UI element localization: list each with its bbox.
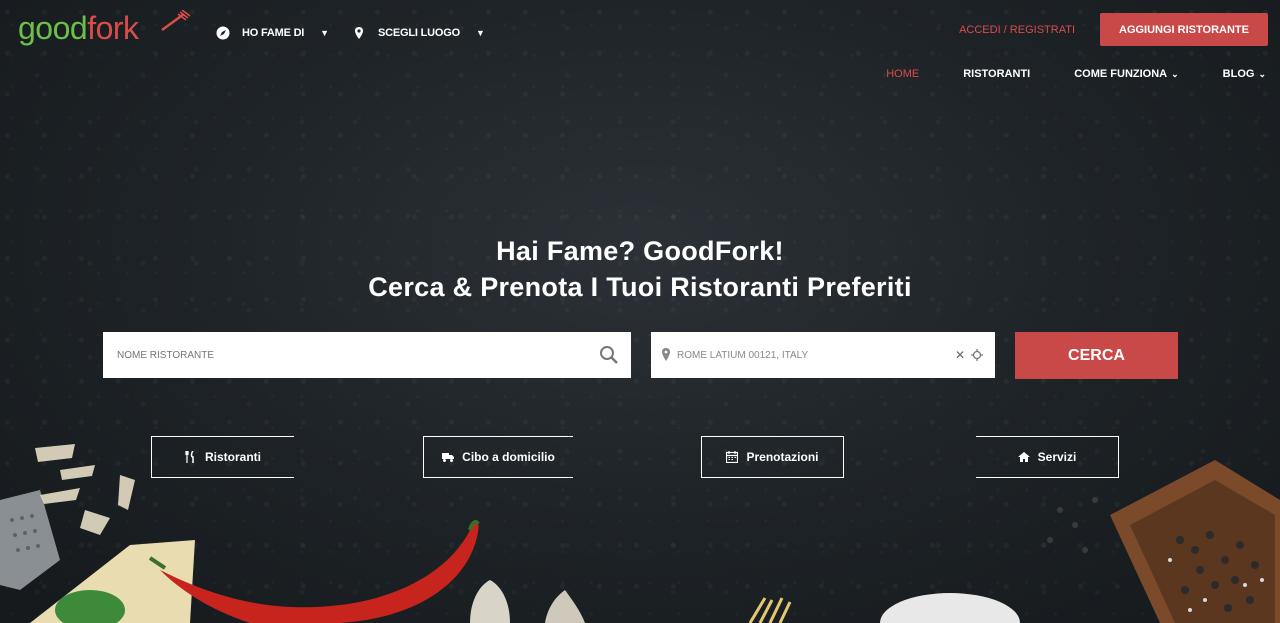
location-input[interactable] bbox=[671, 332, 955, 378]
main-nav: HOME RISTORANTI COME FUNZIONA ⌄ BLOG ⌄ bbox=[842, 68, 1266, 80]
search-icon[interactable] bbox=[599, 345, 619, 365]
nav-home-label: HOME bbox=[886, 68, 920, 80]
nav-ristoranti-label: RISTORANTI bbox=[963, 68, 1031, 80]
logo-good-text: good bbox=[18, 10, 88, 46]
category-label: Servizi bbox=[1037, 450, 1077, 464]
nav-item-come-funziona[interactable]: COME FUNZIONA ⌄ bbox=[1030, 68, 1178, 80]
restaurant-search-box bbox=[103, 332, 631, 378]
category-label: Prenotazioni bbox=[746, 450, 819, 464]
hungry-dropdown[interactable]: HO FAME DI ▼ bbox=[216, 26, 329, 40]
caret-down-icon: ▼ bbox=[475, 28, 485, 38]
category-label: Ristoranti bbox=[204, 450, 261, 464]
nav-come-funziona-label: COME FUNZIONA bbox=[1074, 68, 1168, 80]
category-prenotazioni[interactable]: Prenotazioni bbox=[701, 436, 844, 478]
hungry-label: HO FAME DI bbox=[242, 27, 305, 39]
hero-title-line1: Hai Fame? GoodFork! bbox=[496, 236, 784, 266]
place-dropdown[interactable]: SCEGLI LUOGO ▼ bbox=[352, 26, 485, 40]
category-cibo-domicilio[interactable]: Cibo a domicilio bbox=[423, 436, 573, 478]
chevron-down-icon: ⌄ bbox=[1171, 69, 1179, 79]
nav-item-home[interactable]: HOME bbox=[842, 68, 919, 80]
chevron-down-icon: ⌄ bbox=[1258, 69, 1266, 79]
gps-locate-icon[interactable] bbox=[971, 349, 983, 361]
category-ristoranti[interactable]: Ristoranti bbox=[151, 436, 294, 478]
home-icon bbox=[1017, 452, 1030, 462]
restaurant-name-input[interactable] bbox=[103, 332, 599, 378]
caret-down-icon: ▼ bbox=[320, 28, 329, 38]
calendar-icon bbox=[726, 451, 739, 463]
map-pin-icon bbox=[662, 348, 670, 361]
hero-title: Hai Fame? GoodFork! Cerca & Prenota I Tu… bbox=[0, 233, 1280, 305]
cutlery-icon bbox=[185, 451, 194, 463]
location-box: ✕ bbox=[651, 332, 995, 378]
add-restaurant-button[interactable]: AGGIUNGI RISTORANTE bbox=[1100, 13, 1268, 46]
nav-blog-label: BLOG bbox=[1222, 68, 1255, 80]
login-register-link[interactable]: ACCEDI / REGISTRATI bbox=[959, 24, 1075, 36]
category-servizi[interactable]: Servizi bbox=[976, 436, 1119, 478]
logo[interactable]: goodfork bbox=[18, 10, 191, 47]
nav-item-ristoranti[interactable]: RISTORANTI bbox=[919, 68, 1030, 80]
hero-title-line2: Cerca & Prenota I Tuoi Ristoranti Prefer… bbox=[368, 272, 912, 302]
compass-icon bbox=[216, 26, 230, 40]
place-label: SCEGLI LUOGO bbox=[378, 27, 460, 39]
map-pin-icon bbox=[355, 27, 363, 39]
search-button[interactable]: CERCA bbox=[1015, 332, 1178, 379]
nav-item-blog[interactable]: BLOG ⌄ bbox=[1179, 68, 1266, 80]
logo-fork-text: fork bbox=[87, 10, 139, 46]
background-texture bbox=[0, 0, 1280, 623]
clear-icon[interactable]: ✕ bbox=[955, 348, 965, 362]
truck-icon bbox=[442, 453, 455, 462]
fork-icon bbox=[161, 10, 191, 32]
category-label: Cibo a domicilio bbox=[462, 450, 555, 464]
